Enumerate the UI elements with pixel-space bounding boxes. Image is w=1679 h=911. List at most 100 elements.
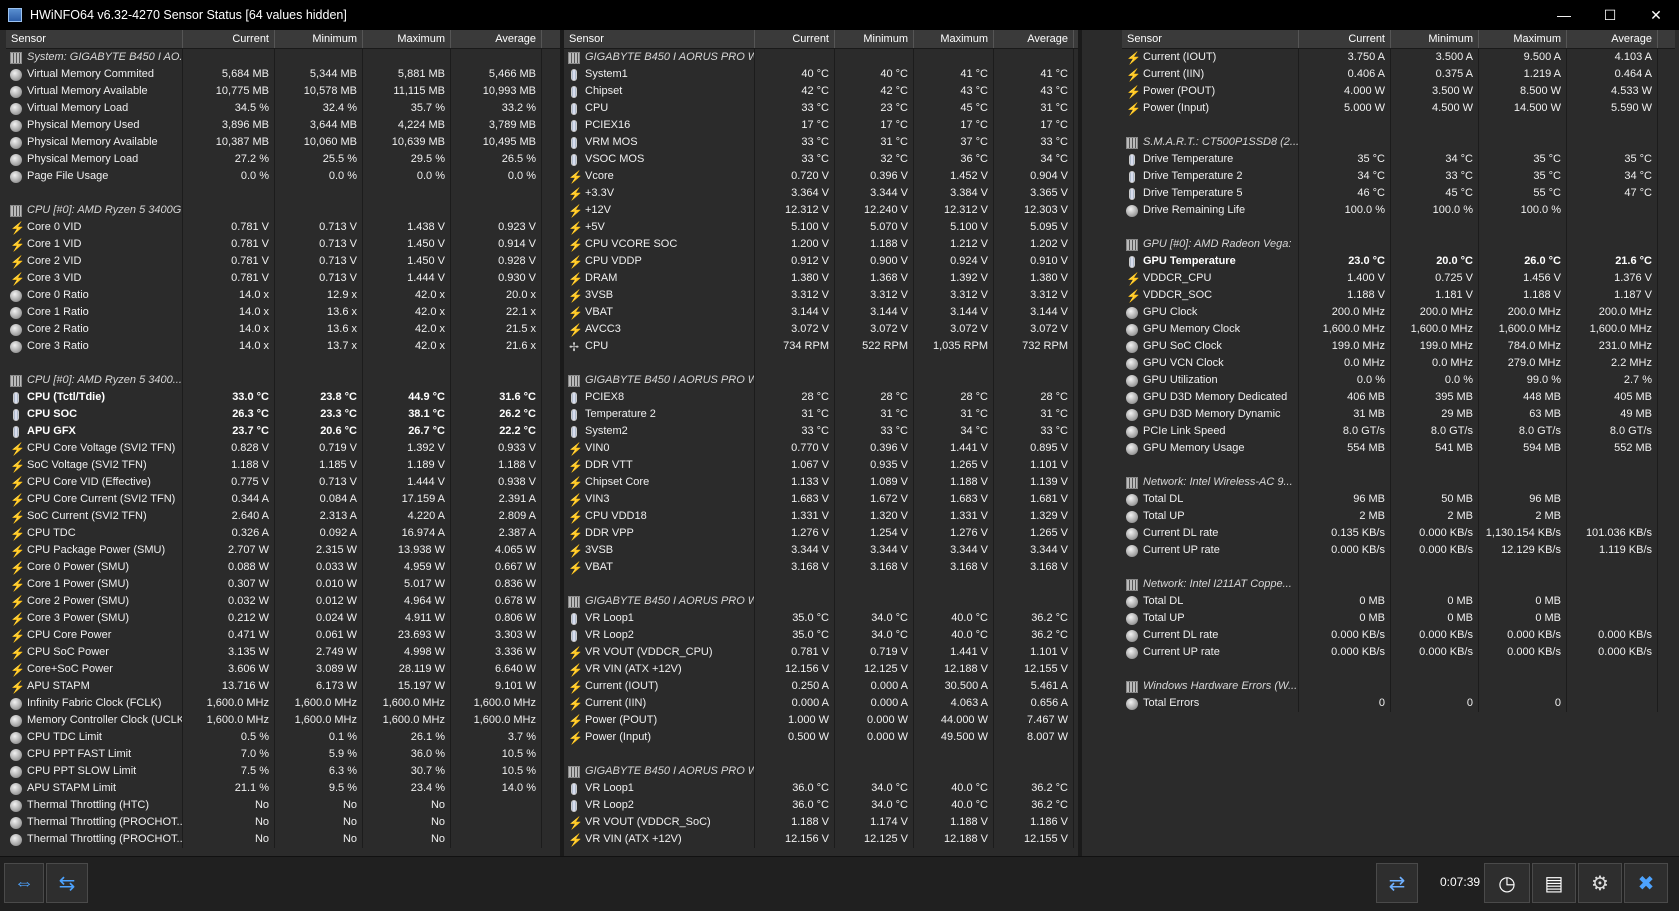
column-header-sensor[interactable]: Sensor [564,30,755,48]
sensor-row[interactable]: ⚡ DDR VPP 1.276 V 1.254 V 1.276 V 1.265 V [564,525,1078,542]
exit-icon[interactable]: ✖ [1624,863,1668,903]
sensor-row[interactable]: ⚡ VBAT 3.144 V 3.144 V 3.144 V 3.144 V [564,304,1078,321]
sensor-row[interactable]: Temperature 2 31 °C 31 °C 31 °C 31 °C [564,406,1078,423]
sensor-row[interactable]: Physical Memory Available 10,387 MB 10,060… [6,134,560,151]
sensor-group-header[interactable]: GIGABYTE B450 I AORUS PRO W... [564,593,1078,610]
sensor-row[interactable]: Core 2 Ratio 14.0 x 13.6 x 42.0 x 21.5 x [6,321,560,338]
column-header-maximum[interactable]: Maximum [1479,30,1567,48]
sensor-row[interactable]: ⚡ CPU Package Power (SMU) 2.707 W 2.315 W 13… [6,542,560,559]
sensor-row[interactable]: System1 40 °C 40 °C 41 °C 41 °C [564,66,1078,83]
sensor-row[interactable]: VR Loop2 36.0 °C 34.0 °C 40.0 °C 36.2 °C [564,797,1078,814]
sensor-row[interactable]: ⚡ +3.3V 3.364 V 3.344 V 3.384 V 3.365 V [564,185,1078,202]
column-header-minimum[interactable]: Minimum [835,30,914,48]
column-header-average[interactable]: Average [994,30,1074,48]
sensor-group-header[interactable]: GIGABYTE B450 I AORUS PRO W... [564,763,1078,780]
sensor-panel-2[interactable]: Sensor Current Minimum Maximum Average GIGABY… [564,30,1078,856]
column-header-minimum[interactable]: Minimum [275,30,363,48]
sensor-row[interactable]: ⚡ CPU SoC Power 3.135 W 2.749 W 4.998 W 3.336… [6,644,560,661]
sensor-row[interactable]: ⚡ DRAM 1.380 V 1.368 V 1.392 V 1.380 V [564,270,1078,287]
sensor-group-header[interactable]: Network: Intel I211AT Coppe... [1122,576,1675,593]
sensor-row[interactable]: CPU PPT FAST Limit 7.0 % 5.9 % 36.0 % 10.5 % [6,746,560,763]
sensor-group-header[interactable]: GPU [#0]: AMD Radeon Vega: [1122,236,1675,253]
sensor-row[interactable]: ⚡ Core 0 Power (SMU) 0.088 W 0.033 W 4.959 W… [6,559,560,576]
sensor-row[interactable]: Thermal Throttling (HTC) No No No [6,797,560,814]
sensor-row[interactable]: Drive Temperature 2 34 °C 33 °C 35 °C 34 °C [1122,168,1675,185]
sensor-row[interactable]: PCIe Link Speed 8.0 GT/s 8.0 GT/s 8.0 GT/s 8… [1122,423,1675,440]
sensor-row[interactable]: Virtual Memory Commited 5,684 MB 5,344 MB 5… [6,66,560,83]
sensor-group-header[interactable]: System: GIGABYTE B450 I AO... [6,49,560,66]
sensor-row[interactable]: Physical Memory Load 27.2 % 25.5 % 29.5 % 26… [6,151,560,168]
sensor-row[interactable]: Total DL 0 MB 0 MB 0 MB [1122,593,1675,610]
sensor-row[interactable]: Thermal Throttling (PROCHOT... No No No [6,831,560,848]
sensor-row[interactable]: ⚡ Power (Input) 0.500 W 0.000 W 49.500 W 8.00… [564,729,1078,746]
sensor-row[interactable]: ⚡ Core+SoC Power 3.606 W 3.089 W 28.119 W 6.6… [6,661,560,678]
sensor-row[interactable]: CPU 33 °C 23 °C 45 °C 31 °C [564,100,1078,117]
close-icon[interactable]: ✕ [1633,0,1679,30]
sensor-row[interactable]: Virtual Memory Load 34.5 % 32.4 % 35.7 % 33.… [6,100,560,117]
sensor-row[interactable]: VR Loop1 36.0 °C 34.0 °C 40.0 °C 36.2 °C [564,780,1078,797]
sensor-panel-1[interactable]: Sensor Current Minimum Maximum Average System… [6,30,560,856]
sensor-panel-3[interactable]: Sensor Current Minimum Maximum Average ⚡ Curre… [1122,30,1675,856]
column-header-sensor[interactable]: Sensor [6,30,183,48]
sensor-row[interactable]: Physical Memory Used 3,896 MB 3,644 MB 4,22… [6,117,560,134]
sensor-row[interactable]: ⚡ Core 1 Power (SMU) 0.307 W 0.010 W 5.017 W… [6,576,560,593]
sensor-row[interactable]: GPU Utilization 0.0 % 0.0 % 99.0 % 2.7 % [1122,372,1675,389]
column-header-average[interactable]: Average [1567,30,1658,48]
sensor-group-header[interactable]: Windows Hardware Errors (W... [1122,678,1675,695]
collapse-arrows-icon[interactable]: ⇆ [46,863,88,903]
sensor-row[interactable]: Chipset 42 °C 42 °C 43 °C 43 °C [564,83,1078,100]
sensor-row[interactable]: ⚡ Chipset Core 1.133 V 1.089 V 1.188 V 1.139 … [564,474,1078,491]
sensor-group-header[interactable]: S.M.A.R.T.: CT500P1SSD8 (2... [1122,134,1675,151]
sensor-row[interactable]: ⚡ Power (POUT) 1.000 W 0.000 W 44.000 W 7.467… [564,712,1078,729]
sensor-row[interactable]: VR Loop2 35.0 °C 34.0 °C 40.0 °C 36.2 °C [564,627,1078,644]
column-header-current[interactable]: Current [755,30,835,48]
sensor-group-header[interactable]: CPU [#0]: AMD Ryzen 5 3400... [6,372,560,389]
sensor-row[interactable]: ⚡ Current (IIN) 0.406 A 0.375 A 1.219 A 0.464… [1122,66,1675,83]
sensor-row[interactable]: GPU Clock 200.0 MHz 200.0 MHz 200.0 MHz 200.… [1122,304,1675,321]
sensor-row[interactable]: APU GFX 23.7 °C 20.6 °C 26.7 °C 22.2 °C [6,423,560,440]
sensor-row[interactable]: Thermal Throttling (PROCHOT... No No No [6,814,560,831]
sensor-row[interactable]: GPU Memory Clock 1,600.0 MHz 1,600.0 MHz 1,… [1122,321,1675,338]
sensor-row[interactable]: Total Errors 0 0 0 [1122,695,1675,712]
sensor-row[interactable]: ⚡ Current (IOUT) 3.750 A 3.500 A 9.500 A 4.10… [1122,49,1675,66]
sensor-row[interactable]: ⚡ Power (Input) 5.000 W 4.500 W 14.500 W 5.59… [1122,100,1675,117]
sensor-row[interactable]: ⚡ APU STAPM 13.716 W 6.173 W 15.197 W 9.101 W [6,678,560,695]
sensor-row[interactable]: CPU PPT SLOW Limit 7.5 % 6.3 % 30.7 % 10.5 % [6,763,560,780]
sensor-row[interactable]: ⚡ Vcore 0.720 V 0.396 V 1.452 V 0.904 V [564,168,1078,185]
sensor-row[interactable]: ⚡ Core 0 VID 0.781 V 0.713 V 1.438 V 0.923 V [6,219,560,236]
column-header-current[interactable]: Current [183,30,275,48]
sensor-row[interactable]: ⚡ VR VOUT (VDDCR_SoC) 1.188 V 1.174 V 1.188 … [564,814,1078,831]
sensor-row[interactable]: ⚡ VIN0 0.770 V 0.396 V 1.441 V 0.895 V [564,440,1078,457]
sensor-row[interactable]: ⚡ CPU VDD18 1.331 V 1.320 V 1.331 V 1.329 V [564,508,1078,525]
sensor-row[interactable]: ⚡ CPU Core Power 0.471 W 0.061 W 23.693 W 3.3… [6,627,560,644]
sensor-row[interactable]: ⚡ Core 2 Power (SMU) 0.032 W 0.012 W 4.964 W… [6,593,560,610]
maximize-icon[interactable]: ☐ [1587,0,1633,30]
sensor-group-header[interactable]: Network: Intel Wireless-AC 9... [1122,474,1675,491]
sensor-row[interactable]: GPU D3D Memory Dynamic 31 MB 29 MB 63 MB 49 … [1122,406,1675,423]
sensor-row[interactable]: Total UP 2 MB 2 MB 2 MB [1122,508,1675,525]
sensor-row[interactable]: VSOC MOS 33 °C 32 °C 36 °C 34 °C [564,151,1078,168]
sensor-row[interactable]: ⚡ Power (POUT) 4.000 W 3.500 W 8.500 W 4.533 … [1122,83,1675,100]
sensor-row[interactable]: GPU D3D Memory Dedicated 406 MB 395 MB 448 … [1122,389,1675,406]
column-header-current[interactable]: Current [1299,30,1391,48]
sensor-row[interactable]: ⚡ CPU Core VID (Effective) 0.775 V 0.713 V1… [6,474,560,491]
sensor-row[interactable]: Drive Temperature 5 46 °C 45 °C 55 °C 47 °C [1122,185,1675,202]
sensor-row[interactable]: Current DL rate 0.135 KB/s 0.000 KB/s 1,130… [1122,525,1675,542]
sensor-row[interactable]: Core 3 Ratio 14.0 x 13.7 x 42.0 x 21.6 x [6,338,560,355]
settings-icon[interactable]: ⚙ [1578,863,1622,903]
sensor-row[interactable]: ⚡ +12V 12.312 V 12.240 V 12.312 V 12.303 V [564,202,1078,219]
sensor-row[interactable]: Virtual Memory Available 10,775 MB 10,578 … [6,83,560,100]
sensor-row[interactable]: Drive Temperature 35 °C 34 °C 35 °C 35 °C [1122,151,1675,168]
sensor-row[interactable]: ⚡ CPU VDDP 0.912 V 0.900 V 0.924 V 0.910 V [564,253,1078,270]
sensor-row[interactable]: ⚡ VR VOUT (VDDCR_CPU) 0.781 V 0.719 V 1.441 … [564,644,1078,661]
sensor-row[interactable]: ⚡ CPU TDC 0.326 A 0.092 A 16.974 A 2.387 A [6,525,560,542]
sensor-row[interactable]: Core 1 Ratio 14.0 x 13.6 x 42.0 x 22.1 x [6,304,560,321]
clock-icon[interactable]: ◷ [1484,863,1530,903]
sensor-row[interactable]: ⚡ VDDCR_SOC 1.188 V 1.181 V 1.188 V 1.187 V [1122,287,1675,304]
sensor-row[interactable]: PCIEX16 17 °C 17 °C 17 °C 17 °C [564,117,1078,134]
sensor-row[interactable]: GPU SoC Clock 199.0 MHz 199.0 MHz 784.0 MHz… [1122,338,1675,355]
sensor-row[interactable]: GPU Temperature 23.0 °C 20.0 °C 26.0 °C 21.6… [1122,253,1675,270]
expand-arrows-icon[interactable]: ⇔ [4,863,44,903]
column-header-average[interactable]: Average [451,30,542,48]
sensor-row[interactable]: ⚡ CPU Core Current (SVI2 TFN) 0.344 A 0.084… [6,491,560,508]
